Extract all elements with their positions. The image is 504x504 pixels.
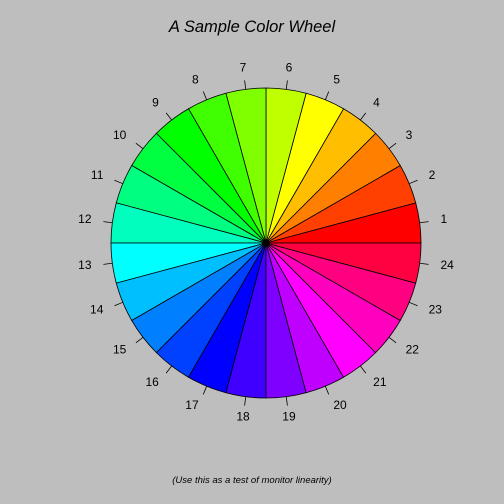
chart-caption: (Use this as a test of monitor linearity… [172, 475, 332, 486]
slice-tick-9 [165, 112, 172, 121]
wheel-center [262, 239, 270, 247]
slice-tick-21 [360, 365, 367, 374]
slice-tick-22 [388, 337, 397, 344]
slice-label-2: 2 [429, 168, 436, 182]
slice-tick-5 [324, 91, 330, 100]
slice-tick-10 [135, 142, 144, 149]
slice-tick-24 [419, 262, 429, 265]
slice-label-18: 18 [236, 410, 250, 424]
slice-tick-17 [202, 386, 208, 395]
slice-label-15: 15 [113, 342, 127, 356]
slice-label-12: 12 [78, 212, 92, 226]
slice-tick-20 [324, 386, 330, 395]
slice-tick-16 [165, 365, 172, 374]
slice-label-1: 1 [440, 212, 447, 226]
slice-label-6: 6 [286, 61, 293, 75]
slice-label-7: 7 [240, 61, 247, 75]
slice-tick-6 [285, 80, 288, 90]
slice-label-3: 3 [406, 128, 413, 142]
slice-tick-3 [388, 142, 397, 149]
slice-label-5: 5 [333, 73, 340, 87]
slice-tick-8 [202, 91, 208, 100]
slice-tick-11 [114, 179, 123, 185]
slice-tick-4 [360, 112, 367, 121]
chart-area: A Sample Color Wheel 1 2 3 4 5 6 7 8 9 10 11 12 13 14… [0, 0, 504, 504]
slice-label-11: 11 [91, 168, 104, 182]
slice-tick-13 [103, 262, 113, 265]
slice-tick-18 [244, 396, 247, 406]
slice-label-9: 9 [152, 96, 159, 110]
slice-tick-19 [285, 396, 288, 406]
slice-label-8: 8 [192, 73, 199, 87]
slice-tick-1 [419, 221, 429, 224]
slice-label-14: 14 [90, 303, 104, 317]
slice-tick-14 [114, 301, 123, 307]
slice-label-13: 13 [78, 258, 92, 272]
slice-label-17: 17 [185, 398, 199, 412]
slice-label-23: 23 [429, 303, 443, 317]
slice-tick-15 [135, 337, 144, 344]
slice-label-22: 22 [406, 342, 420, 356]
slice-tick-12 [103, 221, 113, 224]
slice-label-4: 4 [373, 96, 380, 110]
slice-tick-7 [244, 80, 247, 90]
color-wheel-pie: 123456789101112131415161718 192021222324 [78, 61, 454, 424]
slice-tick-23 [409, 301, 418, 307]
slice-label-20: 20 [333, 398, 347, 412]
slice-tick-2 [409, 179, 418, 185]
slice-label-16: 16 [145, 375, 159, 389]
slice-label-21: 21 [373, 375, 387, 389]
slice-label-19: 19 [282, 410, 296, 424]
slice-label-10: 10 [113, 128, 127, 142]
slice-label-24: 24 [440, 258, 454, 272]
